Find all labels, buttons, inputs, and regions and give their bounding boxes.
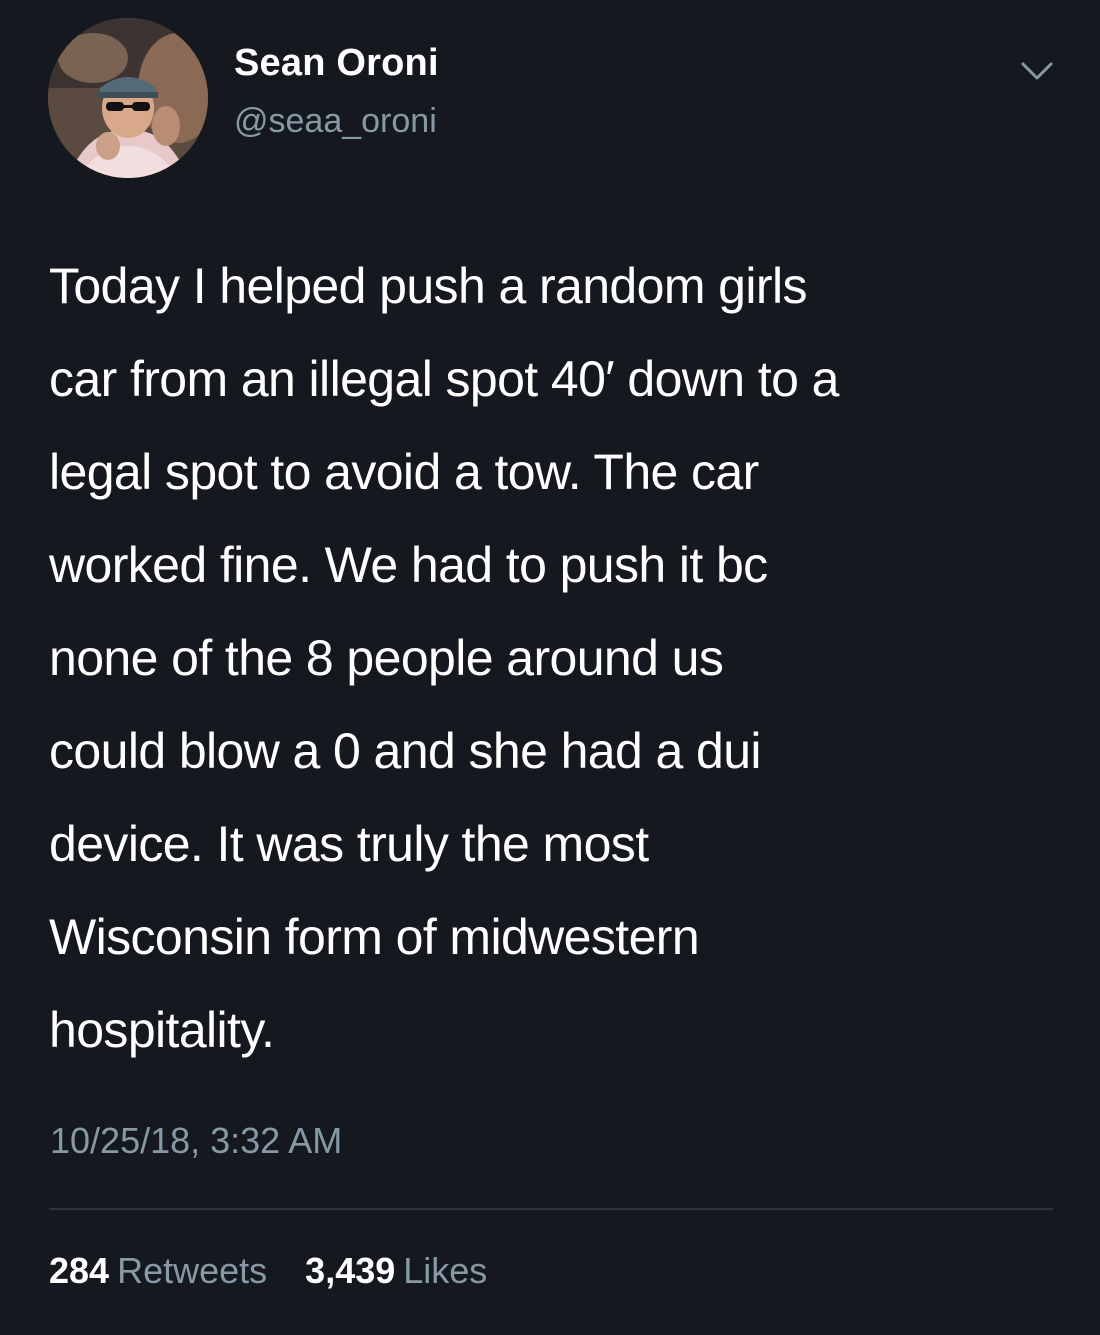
likes-label: Likes: [403, 1250, 488, 1291]
divider: [49, 1208, 1053, 1210]
likes-count: 3,439: [305, 1250, 396, 1291]
retweets-label: Retweets: [117, 1250, 268, 1291]
likes-stat[interactable]: 3,439 Likes: [305, 1250, 487, 1292]
tweet-stats: 284 Retweets 3,439 Likes: [49, 1250, 515, 1292]
profile-photo-icon: [48, 18, 208, 178]
retweets-count: 284: [49, 1250, 110, 1291]
tweet-menu-button[interactable]: [1017, 58, 1057, 84]
author-display-name[interactable]: Sean Oroni: [234, 42, 439, 85]
retweets-stat[interactable]: 284 Retweets: [49, 1250, 267, 1292]
tweet-timestamp[interactable]: 10/25/18, 3:32 AM: [50, 1120, 342, 1162]
author-avatar[interactable]: [48, 18, 208, 178]
chevron-down-icon: [1021, 62, 1053, 80]
tweet-text: Today I helped push a random girls car f…: [49, 258, 839, 1058]
tweet-card: Sean Oroni @seaa_oroni Today I helped pu…: [0, 0, 1100, 1335]
author-handle[interactable]: @seaa_oroni: [234, 102, 437, 141]
